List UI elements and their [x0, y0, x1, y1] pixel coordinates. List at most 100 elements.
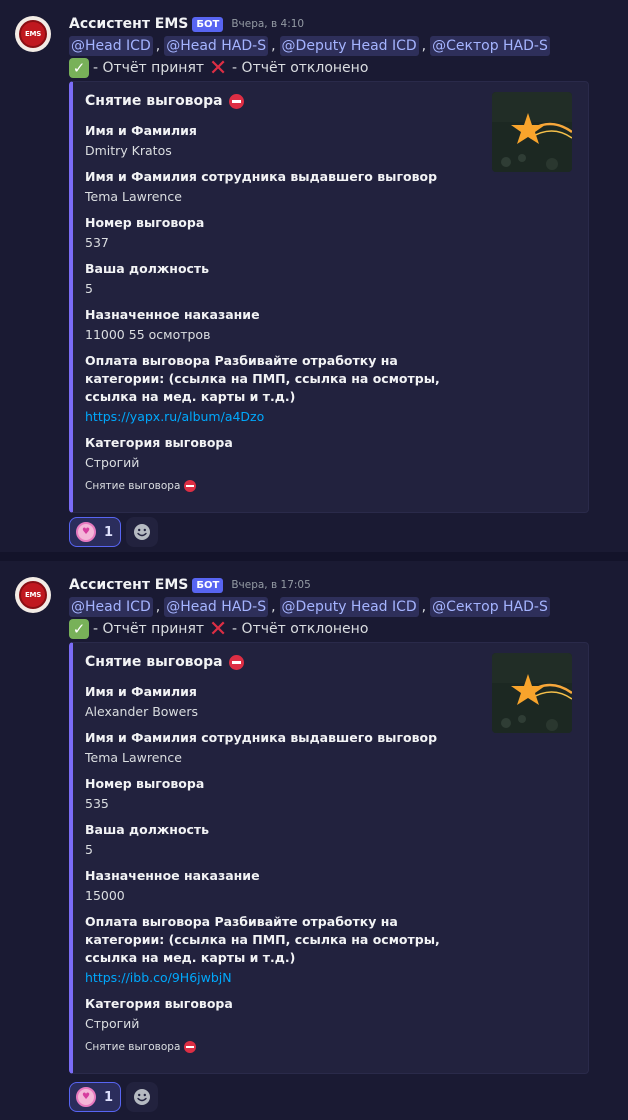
embed-field: Категория выговора Строгий [85, 434, 485, 472]
embed-field: Номер выговора 535 [85, 775, 485, 813]
status-rejected-text: - Отчёт отклонено [232, 621, 369, 637]
field-name: Имя и Фамилия [85, 684, 197, 699]
embed-thumbnail[interactable] [492, 92, 572, 172]
reaction-button[interactable]: ♥ 1 [69, 517, 121, 547]
smiley-icon [134, 1089, 150, 1105]
field-name: Имя и Фамилия [85, 123, 197, 138]
embed-title: Снятие выговора [85, 654, 244, 670]
ems-logo-icon: EMS [19, 581, 47, 609]
field-value: Tema Lawrence [85, 189, 182, 204]
mentions-line: @Head ICD , @Head HAD-S , @Deputy Head I… [69, 596, 550, 618]
field-name: Имя и Фамилия сотрудника выдавшего выгов… [85, 169, 438, 184]
message-header: Ассистент EMS БОТ Вчера, в 17:05 [69, 575, 311, 595]
embed-title-text: Снятие выговора [85, 93, 223, 109]
cross-mark-icon: ✕ [208, 616, 228, 642]
no-entry-icon [184, 1041, 197, 1053]
reaction-count: 1 [104, 524, 114, 540]
embed-footer-text: Снятие выговора [85, 1041, 181, 1053]
field-name: Назначенное наказание [85, 868, 260, 883]
embed-title-text: Снятие выговора [85, 654, 223, 670]
field-name: Ваша должность [85, 261, 210, 276]
add-reaction-button[interactable] [126, 1082, 158, 1112]
embed-footer: Снятие выговора [85, 1041, 197, 1053]
shooting-star-icon [492, 92, 572, 172]
role-mention[interactable]: @Deputy Head ICD [279, 36, 419, 56]
avatar[interactable]: EMS [15, 577, 51, 613]
message: EMS Ассистент EMS БОТ Вчера, в 17:05 @He… [0, 561, 628, 1120]
timestamp[interactable]: Вчера, в 4:10 [231, 18, 304, 30]
mention-separator: , [155, 38, 161, 54]
payment-link[interactable]: https://yapx.ru/album/a4Dzo [85, 408, 477, 426]
role-mention[interactable]: @Head HAD-S [164, 36, 269, 56]
field-name: Ваша должность [85, 822, 210, 837]
embed-thumbnail[interactable] [492, 653, 572, 733]
role-mention[interactable]: @Сектор HAD-S [430, 597, 550, 617]
blob-heart-icon: ♥ [76, 522, 96, 542]
field-name: Номер выговора [85, 776, 205, 791]
cross-mark-icon: ✕ [208, 55, 228, 81]
bot-tag: БОТ [192, 16, 224, 32]
no-entry-icon [228, 654, 244, 670]
role-mention[interactable]: @Head ICD [69, 597, 153, 617]
status-rejected-text: - Отчёт отклонено [232, 60, 369, 76]
field-name: Назначенное наказание [85, 307, 260, 322]
field-value: 535 [85, 796, 109, 811]
author-name[interactable]: Ассистент EMS [69, 16, 188, 32]
mention-separator: , [271, 38, 276, 54]
mention-separator: , [421, 38, 427, 54]
field-name: Категория выговора [85, 435, 233, 450]
field-name: Категория выговора [85, 996, 233, 1011]
status-accepted-text: - Отчёт принят [93, 621, 205, 637]
bot-tag: БОТ [192, 577, 224, 593]
reactions-bar: ♥ 1 [69, 1082, 158, 1112]
embed-field: Ваша должность 5 [85, 260, 485, 298]
add-reaction-button[interactable] [126, 517, 158, 547]
message: EMS Ассистент EMS БОТ Вчера, в 4:10 @Hea… [0, 0, 628, 552]
role-mention[interactable]: @Head ICD [69, 36, 153, 56]
field-value: 537 [85, 235, 109, 250]
mention-separator: , [155, 599, 161, 615]
embed-footer-text: Снятие выговора [85, 480, 181, 492]
shooting-star-icon [492, 653, 572, 733]
mention-separator: , [421, 599, 427, 615]
embed-field: Оплата выговора Разбивайте отработку на … [85, 913, 477, 987]
embed-field: Назначенное наказание 11000 55 осмотров [85, 306, 485, 344]
avatar[interactable]: EMS [15, 16, 51, 52]
reaction-count: 1 [104, 1089, 114, 1105]
embed-field: Оплата выговора Разбивайте отработку на … [85, 352, 477, 426]
check-mark-icon: ✓ [69, 619, 89, 639]
no-entry-icon [184, 480, 197, 492]
embed-field: Ваша должность 5 [85, 821, 485, 859]
timestamp[interactable]: Вчера, в 17:05 [231, 579, 310, 591]
embed-field: Номер выговора 537 [85, 214, 485, 252]
field-value: Строгий [85, 455, 140, 470]
role-mention[interactable]: @Head HAD-S [164, 597, 269, 617]
field-name: Номер выговора [85, 215, 205, 230]
field-value: 11000 55 осмотров [85, 327, 211, 342]
reaction-button[interactable]: ♥ 1 [69, 1082, 121, 1112]
embed-title: Снятие выговора [85, 93, 244, 109]
field-name: Имя и Фамилия сотрудника выдавшего выгов… [85, 730, 438, 745]
blob-heart-icon: ♥ [76, 1087, 96, 1107]
mentions-line: @Head ICD , @Head HAD-S , @Deputy Head I… [69, 35, 550, 57]
field-value: 15000 [85, 888, 125, 903]
embed-field: Категория выговора Строгий [85, 995, 485, 1033]
ems-logo-icon: EMS [19, 20, 47, 48]
field-value: Alexander Bowers [85, 704, 199, 719]
embed-card: Снятие выговора Имя и Фамилия Alexander … [69, 642, 589, 1074]
role-mention[interactable]: @Сектор HAD-S [430, 36, 550, 56]
field-value: Dmitry Kratos [85, 143, 172, 158]
field-name: Оплата выговора Разбивайте отработку на … [85, 353, 440, 404]
author-name[interactable]: Ассистент EMS [69, 577, 188, 593]
no-entry-icon [228, 93, 244, 109]
embed-field: Имя и Фамилия Dmitry Kratos [85, 122, 485, 160]
status-accepted-text: - Отчёт принят [93, 60, 205, 76]
embed-field: Имя и Фамилия сотрудника выдавшего выгов… [85, 729, 485, 767]
embed-footer: Снятие выговора [85, 480, 197, 492]
embed-card: Снятие выговора Имя и Фамилия Dmitry Kra… [69, 81, 589, 513]
payment-link[interactable]: https://ibb.co/9H6jwbjN [85, 969, 477, 987]
role-mention[interactable]: @Deputy Head ICD [279, 597, 419, 617]
status-legend: ✓ - Отчёт принят ✕ - Отчёт отклонено [69, 616, 369, 642]
field-value: 5 [85, 842, 93, 857]
field-value: Tema Lawrence [85, 750, 182, 765]
